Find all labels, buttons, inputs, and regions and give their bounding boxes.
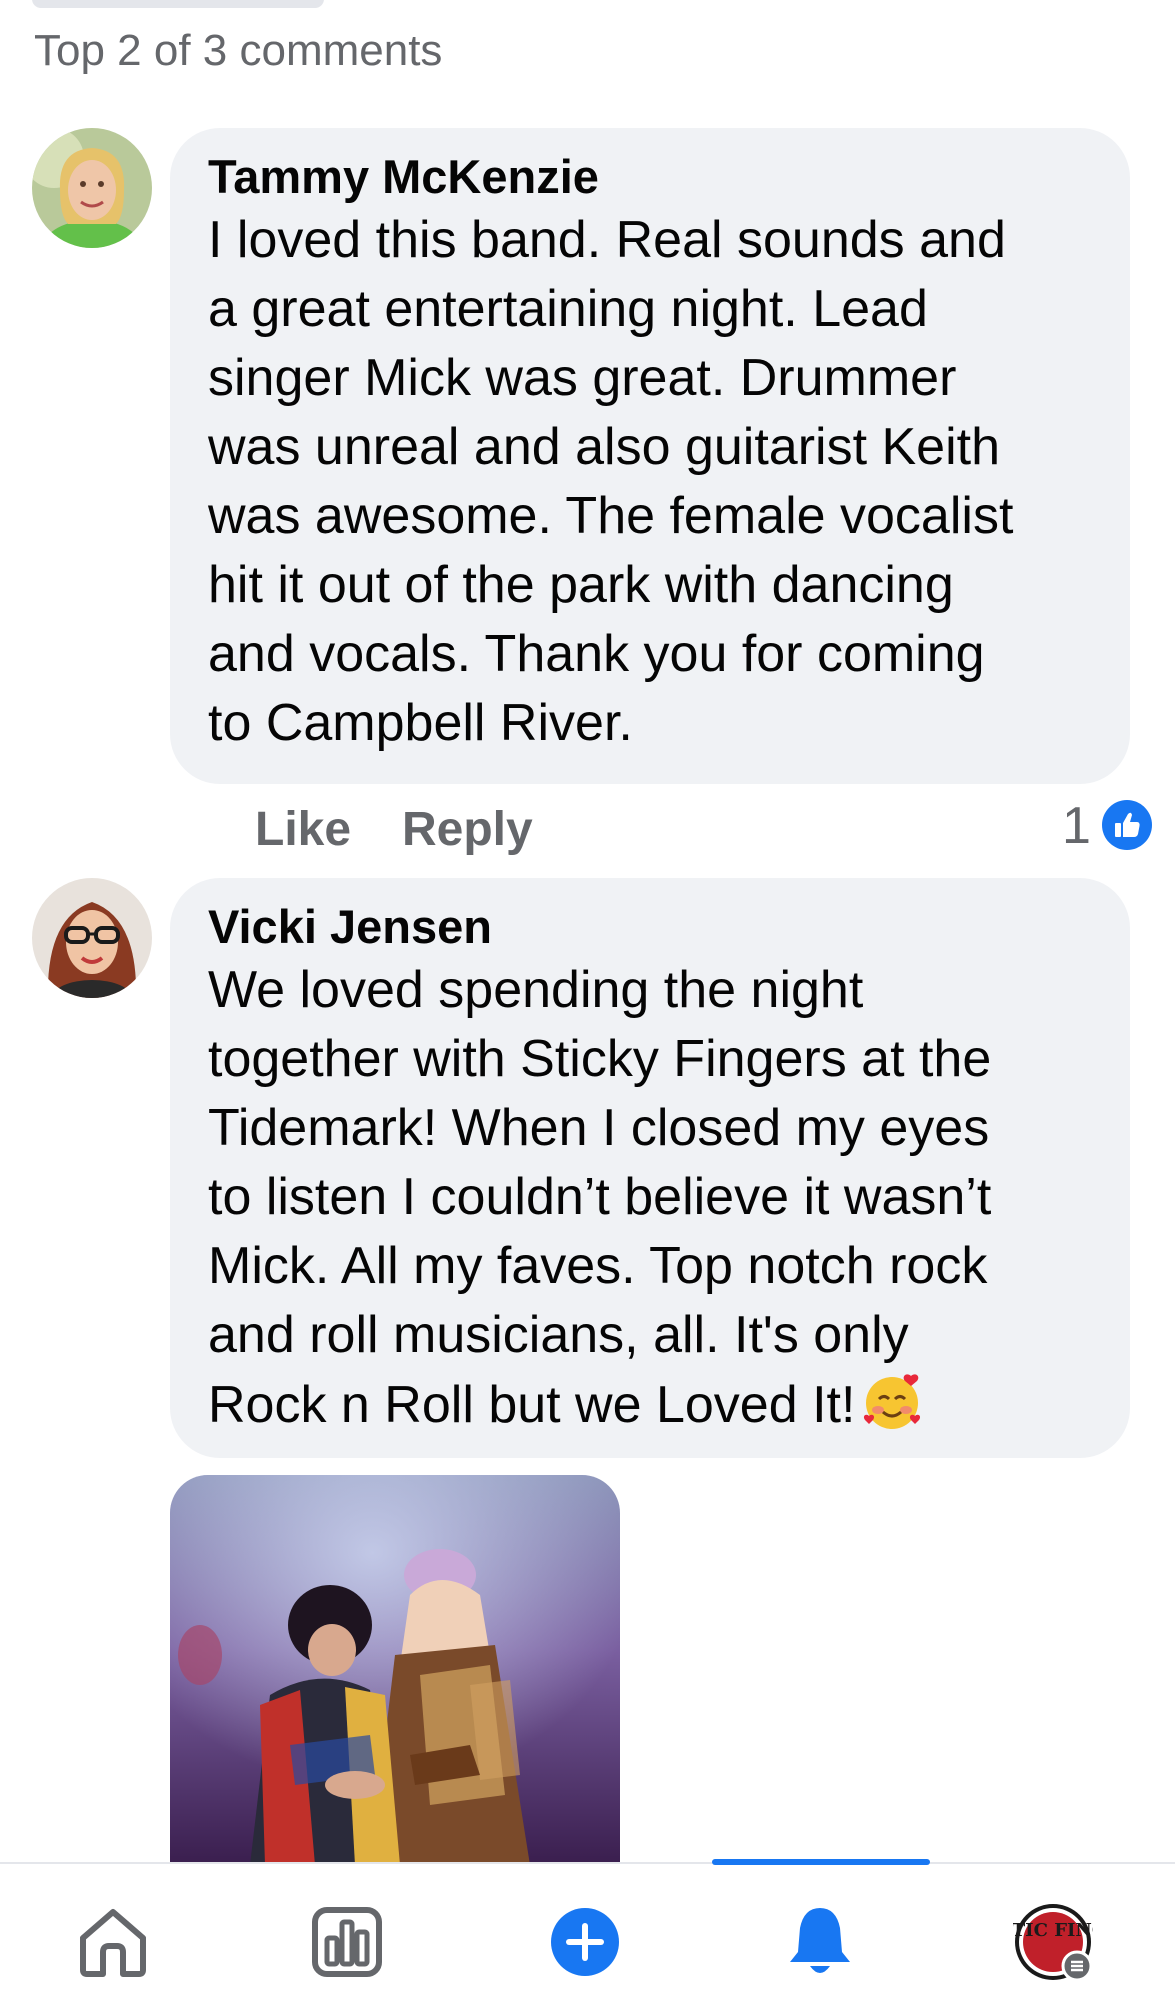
like-button[interactable]: Like	[255, 802, 351, 857]
create-icon[interactable]	[545, 1902, 625, 1982]
reaction-count[interactable]: 1	[1062, 796, 1091, 856]
concert-image	[170, 1475, 620, 1865]
comment-text: I loved this band. Real sounds and a gre…	[208, 211, 1014, 752]
comments-header[interactable]: Top 2 of 3 comments	[34, 26, 442, 76]
comment-author[interactable]: Vicki Jensen	[208, 898, 1090, 956]
comment-bubble[interactable]: Tammy McKenzie I loved this band. Real s…	[170, 128, 1130, 784]
home-icon[interactable]	[73, 1902, 153, 1982]
active-tab-indicator	[712, 1859, 930, 1865]
reply-button[interactable]: Reply	[402, 802, 533, 857]
thumbs-up-icon[interactable]	[1102, 800, 1152, 850]
commenter-avatar[interactable]	[32, 128, 152, 248]
avatar-photo-tammy	[32, 128, 152, 248]
avatar-photo-vicki	[32, 878, 152, 998]
scroll-handle	[32, 0, 324, 8]
comment-photo[interactable]	[170, 1475, 620, 1865]
profile-icon[interactable]: STIC FING	[1013, 1902, 1093, 1982]
profile-avatar-text: STIC FING	[1013, 1920, 1093, 1941]
dashboard-icon[interactable]	[307, 1902, 387, 1982]
comment-bubble[interactable]: Vicki Jensen We loved spending the night…	[170, 878, 1130, 1458]
notifications-icon[interactable]	[780, 1902, 860, 1982]
commenter-avatar[interactable]	[32, 878, 152, 998]
smiling-face-with-hearts-icon	[861, 1370, 923, 1432]
comment-text: We loved spending the night together wit…	[208, 961, 992, 1434]
comment-author[interactable]: Tammy McKenzie	[208, 148, 1090, 206]
